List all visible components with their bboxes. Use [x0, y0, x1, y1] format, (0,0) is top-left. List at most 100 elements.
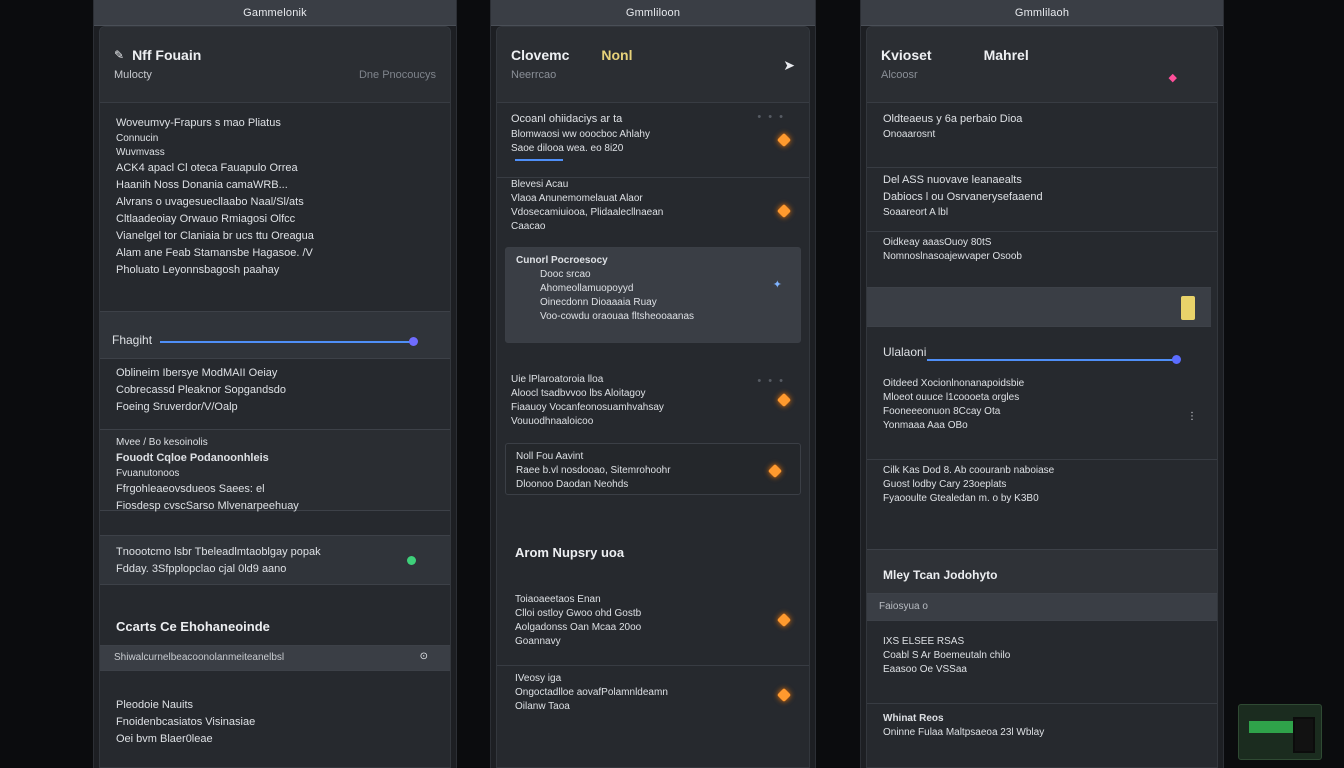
- status-line-green[interactable]: Fouodt Cqloe Podanoonhleis: [116, 450, 434, 467]
- list-item[interactable]: ACK4 apacl Cl oteca Fauapulo Orrea: [116, 160, 434, 177]
- panel-title-accent: Nonl: [601, 47, 633, 63]
- slider-handle[interactable]: [1172, 355, 1181, 364]
- item-line: Dooc srcao: [540, 269, 591, 280]
- panel-title: Kvioset: [881, 47, 932, 63]
- tab-middle[interactable]: Gmmliloon: [491, 0, 815, 26]
- list-item: Fooneeeonuon 8Ccay Ota: [883, 406, 1001, 417]
- panel-subtitle: Alcoosr: [881, 69, 918, 81]
- list-item[interactable]: Woveumvy-Frapurs s mao Pliatus: [116, 115, 434, 132]
- slider-track[interactable]: [160, 341, 414, 343]
- search-bar[interactable]: Faiosyua o: [867, 593, 1217, 621]
- list-item[interactable]: Foeing Sruverdor/V/Oalp: [116, 399, 434, 416]
- preview-bar[interactable]: [867, 287, 1211, 327]
- list-item: Tnoootcmo lsbr Tbeleadlmtaoblgay popak: [116, 546, 321, 558]
- item-title: Uie lPlaroatoroia lloa: [511, 374, 604, 385]
- item-line: Blomwaosi ww ooocboc Ahlahy: [511, 129, 650, 140]
- list-item[interactable]: Ffrgohleaeovsdueos Saees: el: [116, 481, 434, 498]
- list-item[interactable]: Oblineim Ibersye ModMAII Oeiay: [116, 365, 434, 382]
- block-2[interactable]: Del ASS nuovave leanaealts Dabiocs l ou …: [867, 167, 1217, 220]
- block-5[interactable]: Cilk Kas Dod 8. Ab coouranb naboiase Guo…: [867, 459, 1217, 506]
- list-item: Eaasoo Oe VSSaa: [883, 664, 967, 675]
- item-line: Ahomeollamuopoyyd: [540, 283, 634, 294]
- list-item[interactable]: Vianelgel tor Claniaia br ucs ttu Oreagu…: [116, 228, 434, 245]
- block-three: Mvee / Bo kesoinolis Fouodt Cqloe Podano…: [100, 429, 450, 512]
- list-item[interactable]: Fiosdesp cvscSarso Mlvenarpeehuay: [116, 498, 434, 515]
- tab-label: Gmmliloon: [625, 6, 681, 19]
- link-tag[interactable]: Wuvmvass: [116, 146, 434, 160]
- footer-block[interactable]: Whinat Reos Oninne Fulaa Maltpsaeoa 23l …: [867, 703, 1217, 740]
- footer-list: Pleodoie Nauits Fnoidenbcasiatos Visinas…: [100, 697, 450, 748]
- item-2[interactable]: Blevesi Acau Vlaoa Anunemomelauat Alaor …: [497, 177, 809, 234]
- section-title: Arom Nupsry uoa: [515, 545, 625, 560]
- item-line: Voo-cowdu oraouaa fltsheooaanas: [540, 311, 695, 322]
- item-tag: Caacao: [511, 221, 546, 232]
- list-item: Oitdeed Xocionlnonanapoidsbie: [883, 378, 1025, 389]
- list-item[interactable]: Alam ane Feab Stamansbe Hagasoe. /V: [116, 245, 434, 262]
- item-line: Fiaauoy Vocanfeonosuamhvahsay: [511, 402, 664, 413]
- item-4[interactable]: Uie lPlaroatoroia lloa Aloocl tsadbvvoo …: [497, 373, 809, 429]
- list-item[interactable]: Pholuato Leyonnsbagosh paahay: [116, 262, 434, 279]
- block-3[interactable]: Oidkeay aaasOuoy 80tS Nomnoslnasoajewvap…: [867, 231, 1217, 264]
- list-item[interactable]: Fnoidenbcasiatos Visinasiae: [116, 714, 434, 731]
- item-7[interactable]: IVeosy iga Ongoctadlloe aovafPolamnldeam…: [497, 665, 809, 714]
- block-one: Woveumvy-Frapurs s mao Pliatus Connucin …: [100, 115, 450, 279]
- slider-handle[interactable]: [409, 337, 418, 346]
- panel-subtitle-right: Dne Pnocoucys: [358, 69, 436, 81]
- search-bar[interactable]: Shiwalcurnelbeacoonolanmeiteanelbsl ⊙: [100, 645, 450, 671]
- more-icon[interactable]: • • •: [757, 111, 785, 123]
- block-4[interactable]: Oitdeed Xocionlnonanapoidsbie Mloeot ouu…: [867, 377, 1217, 433]
- list-item[interactable]: Cltlaadeoiay Orwauo Rmiagosi Olfcc: [116, 211, 434, 228]
- list-item: Oldteaeus y 6a perbaio Dioa: [883, 113, 1023, 125]
- item-line: Ongoctadlloe aovafPolamnldeamn: [515, 687, 668, 698]
- item-title: Toiaoaeetaos Enan: [515, 594, 601, 605]
- panel-subtitle: Neerrcao: [511, 69, 557, 81]
- item-line: Vdosecamiuiooa, Plidaalecllnaean: [511, 207, 664, 218]
- block-1[interactable]: Oldteaeus y 6a perbaio Dioa Onoaarosnt: [867, 111, 1217, 142]
- list-item[interactable]: Cobrecassd Pleaknor Sopgandsdo: [116, 382, 434, 399]
- bottle-icon: [1181, 296, 1195, 320]
- panel-header: Kvioset Mahrel Alcoosr ◆: [867, 27, 1217, 103]
- list-item: Nomnoslnasoajewvaper Osoob: [883, 251, 1022, 262]
- block-four[interactable]: Tnoootcmo lsbr Tbeleadlmtaoblgay popak F…: [100, 535, 450, 585]
- item-tag: Vouuodhnaaloicoo: [511, 416, 594, 427]
- tab-label: Gmmlilaoh: [1014, 6, 1070, 19]
- tab-left[interactable]: Gammelonik: [94, 0, 456, 26]
- more-icon[interactable]: • • •: [757, 375, 785, 387]
- tag-icon[interactable]: ◆: [1169, 71, 1177, 84]
- list-item[interactable]: Oei bvm Blaer0leae: [116, 731, 434, 748]
- column-right: Gmmlilaoh Kvioset Mahrel Alcoosr ◆ Oldtea…: [860, 0, 1224, 768]
- item-5[interactable]: Noll Fou Aavint Raee b.vl nosdooao, Site…: [505, 443, 801, 495]
- search-icon[interactable]: ⊙: [420, 651, 428, 662]
- item-title: Blevesi Acau: [511, 179, 569, 190]
- pin-icon[interactable]: ✦: [773, 278, 782, 291]
- list-item: Onoaarosnt: [883, 129, 936, 140]
- item-line: Aolgadonss Oan Mcaa 20oo: [515, 622, 642, 633]
- slider-track[interactable]: [927, 359, 1177, 361]
- item-line: Oinecdonn Dioaaaia Ruay: [540, 297, 657, 308]
- item-1[interactable]: Ocoanl ohiidaciys ar ta Blomwaosi ww ooo…: [497, 111, 809, 156]
- progress-line: [515, 159, 563, 161]
- panel-right: Kvioset Mahrel Alcoosr ◆ Oldteaeus y 6a p…: [866, 26, 1218, 768]
- item-6[interactable]: Toiaoaeetaos Enan Clloi ostloy Gwoo ohd …: [497, 593, 809, 649]
- link-connucin[interactable]: Connucin: [116, 132, 434, 146]
- list-item: Yonmaaa Aaa OBo: [883, 420, 968, 431]
- tab-label: Gammelonik: [243, 6, 307, 19]
- block-6[interactable]: IXS ELSEE RSAS Coabl S Ar Boemeutaln chi…: [867, 635, 1217, 677]
- item-title: Noll Fou Aavint: [516, 451, 584, 462]
- list-item[interactable]: Alvrans o uvagesuecllaabo Naal/Sl/ats: [116, 194, 434, 211]
- list-item[interactable]: Pleodoie Nauits: [116, 697, 434, 714]
- item-3-selected[interactable]: Cunorl Pocroesocy Dooc srcao Ahomeollamu…: [505, 247, 801, 343]
- tab-right[interactable]: Gmmlilaoh: [861, 0, 1223, 26]
- list-item[interactable]: Fvuanutonoos: [116, 467, 434, 481]
- list-item[interactable]: Haanih Noss Donania camaWRB...: [116, 177, 434, 194]
- device-thumbnail[interactable]: [1238, 704, 1322, 760]
- pen-icon: ✎: [114, 48, 125, 62]
- block-heading: Mvee / Bo kesoinolis: [116, 437, 208, 448]
- list-item: IXS ELSEE RSAS: [883, 636, 965, 647]
- send-icon[interactable]: ➤: [783, 57, 795, 74]
- section-title: Ccarts Ce Ehohaneoinde: [116, 619, 270, 634]
- section-header: Mley Tcan Jodohyto: [867, 549, 1217, 595]
- status-dot-icon: [407, 556, 416, 565]
- kebab-menu-icon[interactable]: ⋮: [1187, 411, 1197, 422]
- search-text: Shiwalcurnelbeacoonolanmeiteanelbsl: [114, 652, 285, 663]
